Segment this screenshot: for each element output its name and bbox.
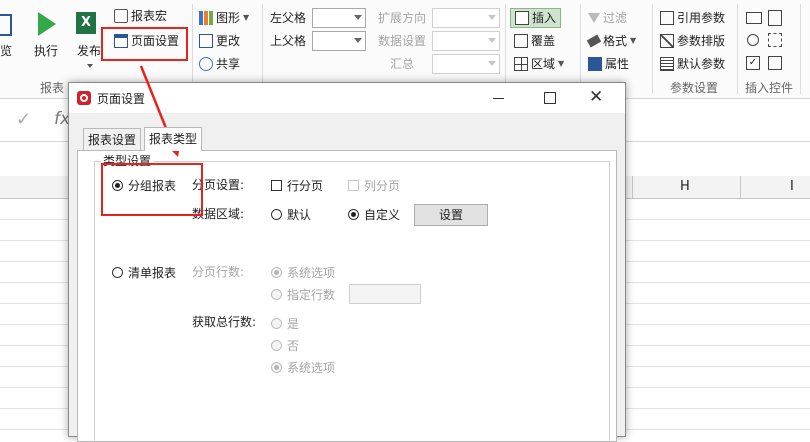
- tab-report-type[interactable]: 报表类型: [144, 127, 203, 151]
- red-arrow-annotation: [139, 65, 181, 157]
